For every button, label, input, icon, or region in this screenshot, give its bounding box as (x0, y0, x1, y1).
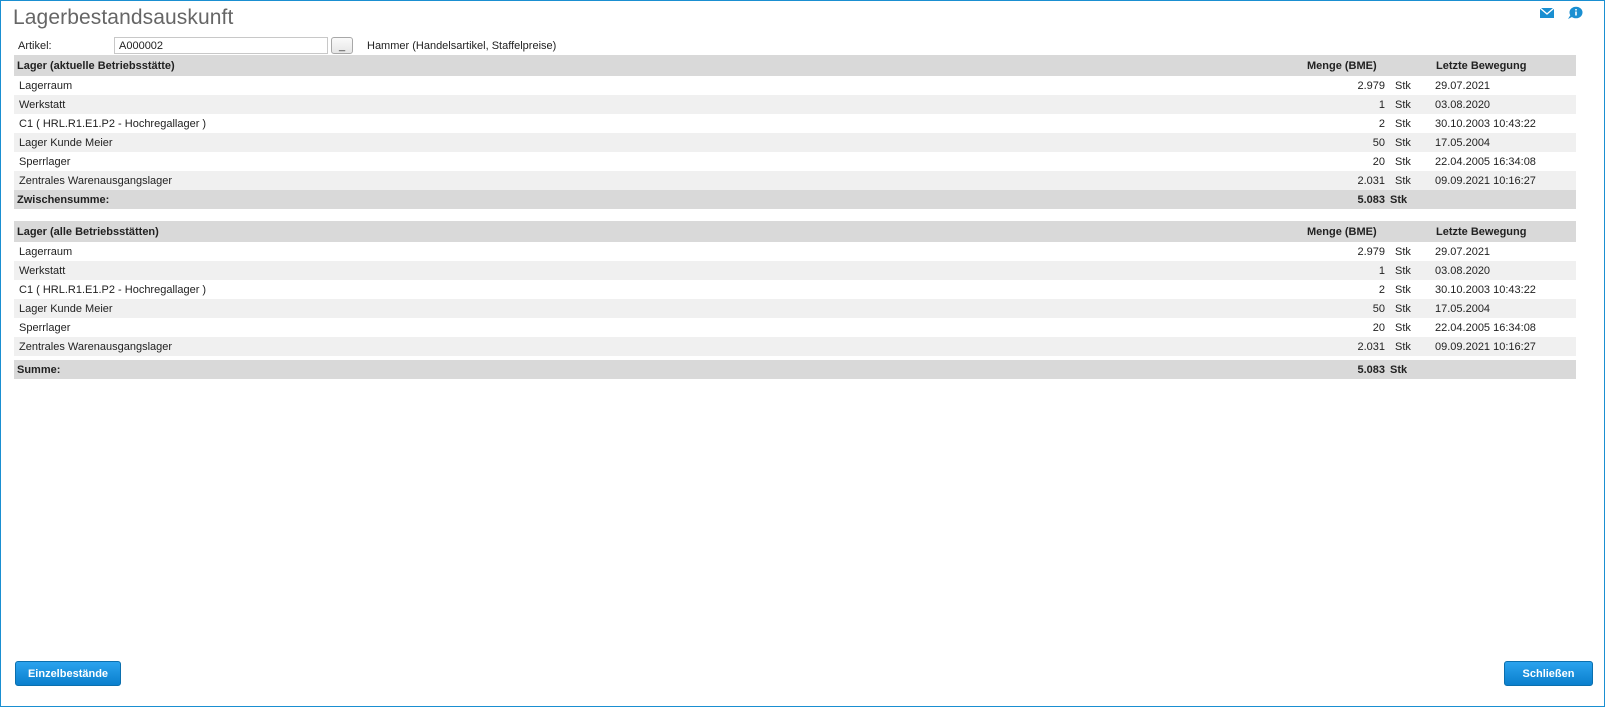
cell-quantity: 50 (1307, 299, 1385, 318)
stock-table-all: Lager (alle Betriebsstätten) Menge (BME)… (14, 221, 1576, 379)
cell-last-movement: 30.10.2003 10:43:22 (1431, 114, 1576, 133)
article-row: Artikel: _ Hammer (Handelsartikel, Staff… (18, 36, 556, 55)
table-row[interactable]: Sperrlager 20 Stk 22.04.2005 16:34:08 (14, 318, 1576, 337)
article-label: Artikel: (18, 39, 52, 52)
article-input[interactable] (114, 37, 328, 54)
subtotal-empty (1431, 190, 1576, 209)
cell-storage: C1 ( HRL.R1.E1.P2 - Hochregallager ) (14, 114, 1307, 133)
cell-quantity: 2.031 (1307, 171, 1385, 190)
table-row[interactable]: C1 ( HRL.R1.E1.P2 - Hochregallager ) 2 S… (14, 114, 1576, 133)
cell-storage: Zentrales Warenausgangslager (14, 171, 1307, 190)
cell-unit: Stk (1385, 261, 1431, 280)
total-unit: Stk (1385, 360, 1431, 379)
column-header-storage: Lager (alle Betriebsstätten) (14, 221, 1307, 242)
cell-unit: Stk (1385, 337, 1431, 356)
cell-unit: Stk (1385, 299, 1431, 318)
cell-unit: Stk (1385, 280, 1431, 299)
table-row[interactable]: Werkstatt 1 Stk 03.08.2020 (14, 95, 1576, 114)
subtotal-quantity: 5.083 (1307, 190, 1385, 209)
details-button[interactable]: Einzelbestände (15, 661, 121, 686)
cell-last-movement: 29.07.2021 (1431, 242, 1576, 261)
cell-last-movement: 03.08.2020 (1431, 261, 1576, 280)
cell-storage: Zentrales Warenausgangslager (14, 337, 1307, 356)
page-title: Lagerbestandsauskunft (13, 6, 234, 29)
cell-quantity: 2.031 (1307, 337, 1385, 356)
cell-last-movement: 03.08.2020 (1431, 95, 1576, 114)
cell-unit: Stk (1385, 242, 1431, 261)
column-header-last-movement: Letzte Bewegung (1431, 55, 1576, 76)
cell-last-movement: 09.09.2021 10:16:27 (1431, 171, 1576, 190)
cell-unit: Stk (1385, 318, 1431, 337)
cell-quantity: 20 (1307, 152, 1385, 171)
article-lookup-button[interactable]: _ (331, 37, 353, 54)
total-empty (1431, 360, 1576, 379)
table-row[interactable]: Lagerraum 2.979 Stk 29.07.2021 (14, 76, 1576, 95)
cell-unit: Stk (1385, 171, 1431, 190)
column-header-unit (1385, 55, 1431, 76)
stock-table-current: Lager (aktuelle Betriebsstätte) Menge (B… (14, 55, 1576, 209)
table-row[interactable]: C1 ( HRL.R1.E1.P2 - Hochregallager ) 2 S… (14, 280, 1576, 299)
table-row[interactable]: Lagerraum 2.979 Stk 29.07.2021 (14, 242, 1576, 261)
table-row[interactable]: Sperrlager 20 Stk 22.04.2005 16:34:08 (14, 152, 1576, 171)
table-header: Lager (aktuelle Betriebsstätte) Menge (B… (14, 55, 1576, 76)
cell-unit: Stk (1385, 76, 1431, 95)
table-row[interactable]: Zentrales Warenausgangslager 2.031 Stk 0… (14, 171, 1576, 190)
cell-last-movement: 22.04.2005 16:34:08 (1431, 318, 1576, 337)
table-header: Lager (alle Betriebsstätten) Menge (BME)… (14, 221, 1576, 242)
column-header-last-movement: Letzte Bewegung (1431, 221, 1576, 242)
column-header-unit (1385, 221, 1431, 242)
cell-storage: C1 ( HRL.R1.E1.P2 - Hochregallager ) (14, 280, 1307, 299)
cell-quantity: 50 (1307, 133, 1385, 152)
cell-storage: Lager Kunde Meier (14, 133, 1307, 152)
cell-quantity: 2 (1307, 114, 1385, 133)
cell-last-movement: 17.05.2004 (1431, 133, 1576, 152)
help-bubble-icon[interactable] (1567, 6, 1583, 23)
cell-unit: Stk (1385, 114, 1431, 133)
subtotal-label: Zwischensumme: (14, 190, 1307, 209)
cell-last-movement: 29.07.2021 (1431, 76, 1576, 95)
cell-storage: Lagerraum (14, 242, 1307, 261)
cell-storage: Werkstatt (14, 95, 1307, 114)
cell-last-movement: 17.05.2004 (1431, 299, 1576, 318)
column-header-storage: Lager (aktuelle Betriebsstätte) (14, 55, 1307, 76)
top-icons (1539, 6, 1583, 23)
cell-storage: Sperrlager (14, 318, 1307, 337)
cell-quantity: 1 (1307, 95, 1385, 114)
cell-storage: Lagerraum (14, 76, 1307, 95)
total-quantity: 5.083 (1307, 360, 1385, 379)
cell-unit: Stk (1385, 152, 1431, 171)
total-row: Summe: 5.083 Stk (14, 360, 1576, 379)
article-description: Hammer (Handelsartikel, Staffelpreise) (367, 39, 557, 52)
subtotal-row: Zwischensumme: 5.083 Stk (14, 190, 1576, 209)
table-row[interactable]: Zentrales Warenausgangslager 2.031 Stk 0… (14, 337, 1576, 356)
table-row[interactable]: Lager Kunde Meier 50 Stk 17.05.2004 (14, 133, 1576, 152)
column-header-quantity: Menge (BME) (1307, 55, 1385, 76)
cell-quantity: 2.979 (1307, 242, 1385, 261)
table-row[interactable]: Lager Kunde Meier 50 Stk 17.05.2004 (14, 299, 1576, 318)
cell-last-movement: 22.04.2005 16:34:08 (1431, 152, 1576, 171)
cell-last-movement: 09.09.2021 10:16:27 (1431, 337, 1576, 356)
cell-quantity: 2.979 (1307, 76, 1385, 95)
cell-quantity: 2 (1307, 280, 1385, 299)
cell-storage: Lager Kunde Meier (14, 299, 1307, 318)
cell-unit: Stk (1385, 133, 1431, 152)
cell-storage: Werkstatt (14, 261, 1307, 280)
total-label: Summe: (14, 360, 1307, 379)
table-row[interactable]: Werkstatt 1 Stk 03.08.2020 (14, 261, 1576, 280)
cell-unit: Stk (1385, 95, 1431, 114)
mail-icon[interactable] (1539, 6, 1555, 23)
cell-quantity: 20 (1307, 318, 1385, 337)
column-header-quantity: Menge (BME) (1307, 221, 1385, 242)
cell-storage: Sperrlager (14, 152, 1307, 171)
cell-quantity: 1 (1307, 261, 1385, 280)
close-button[interactable]: Schließen (1504, 661, 1593, 686)
cell-last-movement: 30.10.2003 10:43:22 (1431, 280, 1576, 299)
subtotal-unit: Stk (1385, 190, 1431, 209)
